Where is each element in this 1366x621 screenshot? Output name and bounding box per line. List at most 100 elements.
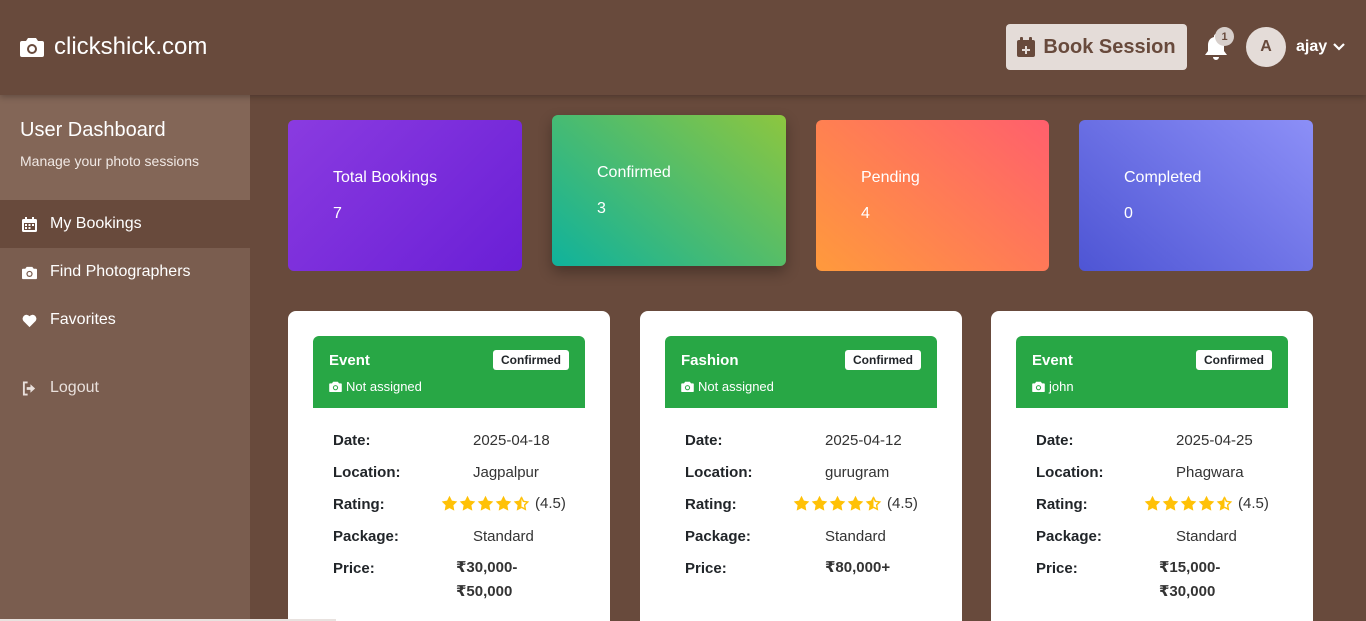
camera-icon	[681, 381, 694, 392]
date-value: 2025-04-25	[1176, 432, 1253, 449]
booking-card[interactable]: Event Confirmed john Date: 2025-04-25 Loc…	[991, 311, 1313, 621]
rating-label: Rating:	[1036, 496, 1088, 513]
avatar[interactable]: A	[1246, 27, 1286, 67]
star-icon	[1198, 495, 1215, 511]
photographer-name: john	[1049, 379, 1074, 394]
star-icon	[495, 495, 512, 511]
package-value: Standard	[1176, 528, 1237, 545]
stat-label: Confirmed	[597, 164, 671, 181]
calendar-plus-icon	[1017, 37, 1036, 57]
star-icon	[477, 495, 494, 511]
booking-card[interactable]: Fashion Confirmed Not assigned Date: 2025…	[640, 311, 962, 621]
top-navbar: clickshick.com Book Session 1 A ajay	[0, 0, 1366, 95]
rating-value: (4.5)	[535, 495, 566, 512]
user-menu[interactable]: ajay	[1296, 38, 1345, 56]
star-icon	[1144, 495, 1161, 511]
camera-icon	[22, 266, 37, 279]
booking-card[interactable]: Event Confirmed Not assigned Date: 2025-0…	[288, 311, 610, 621]
stat-card-confirmed: Confirmed 3	[552, 115, 786, 266]
sidebar-item-label: Favorites	[50, 311, 116, 328]
location-label: Location:	[685, 464, 753, 481]
price-label: Price:	[685, 560, 727, 577]
rating-value: (4.5)	[1238, 495, 1269, 512]
status-badge: Confirmed	[493, 350, 569, 370]
brand-logo[interactable]: clickshick.com	[20, 33, 207, 61]
stat-value: 4	[861, 205, 870, 222]
date-label: Date:	[1036, 432, 1074, 449]
booking-card-header: Event Confirmed john	[1016, 336, 1288, 408]
chevron-down-icon	[1333, 43, 1345, 51]
location-label: Location:	[333, 464, 401, 481]
stat-label: Total Bookings	[333, 169, 438, 186]
price-value: ₹80,000+	[825, 556, 890, 580]
date-value: 2025-04-12	[825, 432, 902, 449]
star-icon	[459, 495, 476, 511]
sidebar: User Dashboard Manage your photo session…	[0, 95, 250, 621]
sidebar-subtitle: Manage your photo sessions	[20, 153, 199, 169]
photographer-name: Not assigned	[698, 379, 774, 394]
sidebar-item-find-photographers[interactable]: Find Photographers	[0, 248, 250, 296]
booking-card-header: Event Confirmed Not assigned	[313, 336, 585, 408]
package-value: Standard	[473, 528, 534, 545]
star-half-icon	[1216, 495, 1233, 511]
calendar-icon	[22, 216, 37, 232]
price-line: ₹15,000-	[1159, 559, 1221, 576]
sidebar-item-favorites[interactable]: Favorites	[0, 296, 250, 344]
stat-card-total-bookings: Total Bookings 7	[288, 120, 522, 271]
package-label: Package:	[685, 528, 751, 545]
stat-card-completed: Completed 0	[1079, 120, 1313, 271]
price-label: Price:	[333, 560, 375, 577]
star-icon	[793, 495, 810, 511]
star-rating: (4.5)	[1144, 495, 1269, 512]
star-icon	[1162, 495, 1179, 511]
sidebar-item-my-bookings[interactable]: My Bookings	[0, 200, 250, 248]
logout-icon	[22, 380, 36, 396]
sidebar-item-label: Logout	[50, 379, 99, 396]
star-half-icon	[865, 495, 882, 511]
username: ajay	[1296, 38, 1328, 55]
date-label: Date:	[333, 432, 371, 449]
stat-value: 0	[1124, 205, 1133, 222]
sidebar-item-label: Find Photographers	[50, 263, 191, 280]
location-value: gurugram	[825, 464, 890, 481]
photographer-name: Not assigned	[346, 379, 422, 394]
price-line: ₹80,000+	[825, 559, 891, 576]
location-value: Jagpalpur	[473, 464, 539, 481]
star-icon	[847, 495, 864, 511]
booking-card-header: Fashion Confirmed Not assigned	[665, 336, 937, 408]
sidebar-item-logout[interactable]: Logout	[0, 364, 250, 412]
stat-label: Completed	[1124, 169, 1202, 186]
package-value: Standard	[825, 528, 886, 545]
price-line: ₹30,000	[1159, 583, 1216, 600]
star-rating: (4.5)	[441, 495, 566, 512]
star-rating: (4.5)	[793, 495, 918, 512]
rating-label: Rating:	[333, 496, 385, 513]
brand-name: clickshick.com	[54, 33, 208, 60]
booking-type: Fashion	[681, 352, 739, 369]
sidebar-header: User Dashboard Manage your photo session…	[0, 95, 250, 200]
photographer: Not assigned	[681, 379, 774, 394]
star-icon	[1180, 495, 1197, 511]
heart-icon	[22, 314, 37, 327]
star-icon	[811, 495, 828, 511]
location-value: Phagwara	[1176, 464, 1244, 481]
book-session-button[interactable]: Book Session	[1006, 24, 1187, 70]
package-label: Package:	[333, 528, 399, 545]
price-value: ₹30,000- ₹50,000	[456, 556, 517, 604]
star-icon	[829, 495, 846, 511]
notification-badge: 1	[1215, 27, 1234, 46]
stat-card-pending: Pending 4	[816, 120, 1049, 271]
price-line: ₹50,000	[456, 583, 513, 600]
sidebar-title: User Dashboard	[20, 119, 166, 141]
booking-type: Event	[1032, 352, 1073, 369]
package-label: Package:	[1036, 528, 1102, 545]
status-badge: Confirmed	[1196, 350, 1272, 370]
stat-label: Pending	[861, 169, 920, 186]
status-badge: Confirmed	[845, 350, 921, 370]
date-value: 2025-04-18	[473, 432, 550, 449]
star-half-icon	[513, 495, 530, 511]
date-label: Date:	[685, 432, 723, 449]
location-label: Location:	[1036, 464, 1104, 481]
camera-icon	[1032, 381, 1045, 392]
stat-value: 3	[597, 200, 606, 217]
